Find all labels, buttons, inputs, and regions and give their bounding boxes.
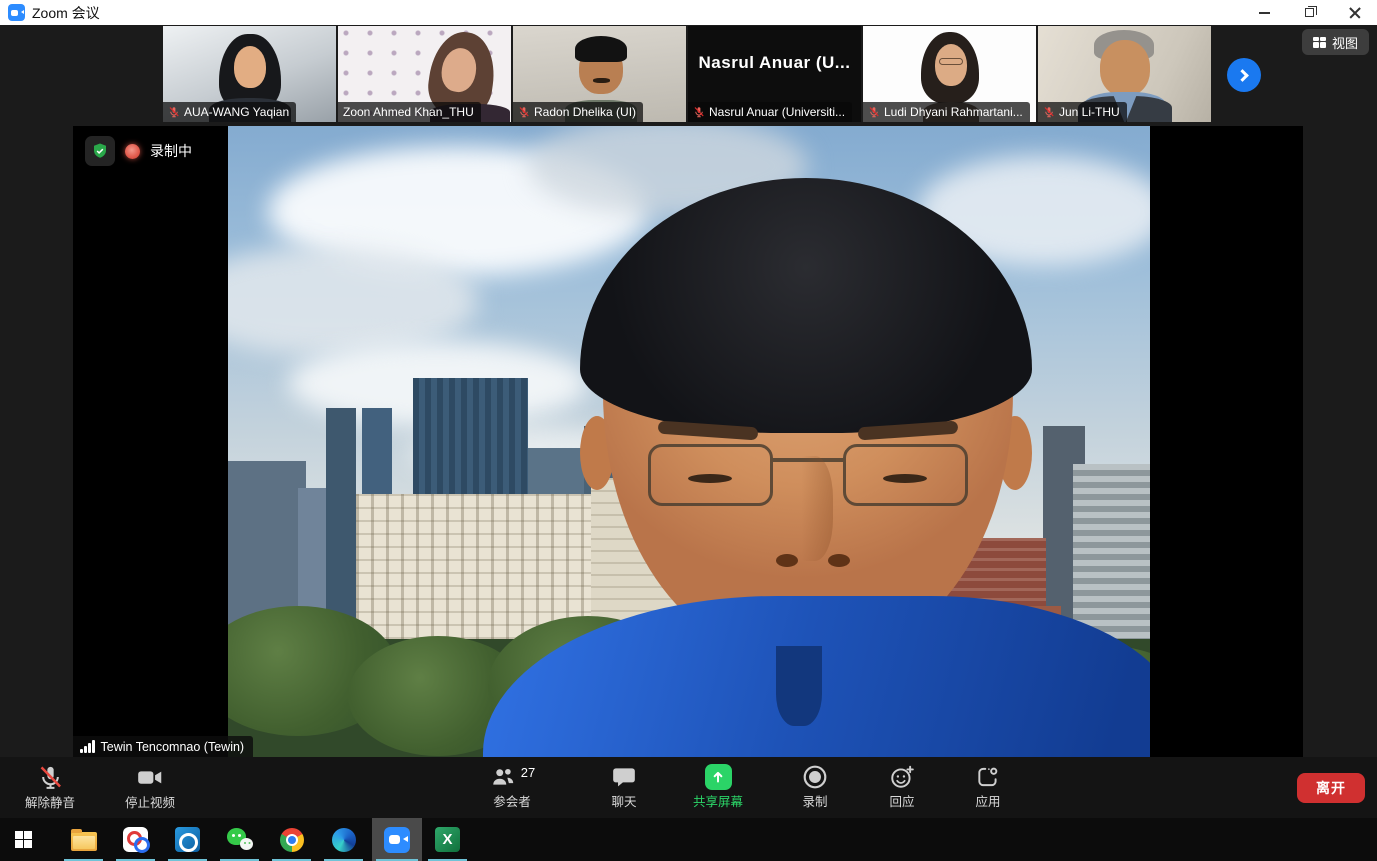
participant-thumbnail[interactable]: Ludi Dhyani Rahmartani... [863, 26, 1036, 122]
participant-thumbnail[interactable]: Zoon Ahmed Khan_THU [338, 26, 511, 122]
share-screen-button[interactable]: 共享屏幕 [670, 764, 766, 808]
chrome-icon [280, 828, 304, 852]
start-button[interactable] [0, 818, 47, 861]
taskbar-chrome[interactable] [268, 818, 315, 861]
restore-icon [1305, 8, 1314, 17]
participants-count: 27 [521, 765, 535, 780]
outlook-icon [175, 827, 200, 852]
taskbar-excel[interactable]: X [424, 818, 471, 861]
taskbar-edge[interactable] [320, 818, 367, 861]
windows-logo-icon [15, 831, 32, 848]
participants-button[interactable]: 27 参会者 [464, 764, 560, 808]
participant-name-tag: AUA-WANG Yaqian [163, 102, 296, 122]
next-page-button[interactable] [1227, 58, 1261, 92]
windows-taskbar: X 20°C 晴朗 英 拼 14:48 2022/4/7 13 [0, 818, 1377, 861]
close-icon [1349, 7, 1361, 19]
unknown-app-icon [123, 827, 148, 852]
taskbar-file-explorer[interactable] [60, 818, 107, 861]
participant-display-name: Nasrul Anuar (U... [688, 26, 861, 100]
recording-indicator: 录制中 [85, 136, 192, 166]
meeting-toolbar: 解除静音 停止视频 27 参会者 聊天 共享屏幕 [0, 757, 1377, 818]
recording-label: 录制中 [150, 141, 192, 161]
taskbar-outlook[interactable] [164, 818, 211, 861]
signal-bars-icon [80, 741, 95, 753]
participants-icon [489, 764, 517, 790]
apps-icon [975, 764, 1001, 790]
recording-dot-icon [125, 144, 140, 159]
muted-mic-icon [168, 106, 180, 118]
muted-mic-icon [37, 764, 64, 791]
muted-mic-icon [868, 106, 880, 118]
edge-icon [332, 828, 356, 852]
restore-button[interactable] [1287, 0, 1332, 25]
record-icon [802, 764, 828, 790]
folder-icon [71, 832, 97, 851]
zoom-icon [384, 827, 410, 853]
close-button[interactable] [1332, 0, 1377, 25]
active-speaker-stage: 录制中 Tewin Tencomnao (Tewin) [73, 126, 1303, 757]
participant-thumbnail[interactable]: AUA-WANG Yaqian [163, 26, 336, 122]
share-screen-icon [705, 764, 732, 790]
active-speaker-video [228, 126, 1150, 757]
participant-name-tag: Zoon Ahmed Khan_THU [338, 102, 481, 122]
active-speaker-name: Tewin Tencomnao (Tewin) [101, 740, 245, 754]
window-title-bar: Zoom 会议 [0, 0, 1377, 25]
minimize-button[interactable] [1242, 0, 1287, 25]
video-camera-icon [136, 764, 164, 791]
record-button[interactable]: 录制 [767, 764, 863, 808]
muted-mic-icon [518, 106, 530, 118]
minimize-icon [1259, 12, 1270, 14]
leave-meeting-button[interactable]: 离开 [1297, 773, 1365, 803]
participant-thumbnail[interactable]: Jun Li-THU [1038, 26, 1211, 122]
excel-icon: X [435, 827, 460, 852]
window-title: Zoom 会议 [32, 3, 100, 23]
participant-name-tag: Radon Dhelika (UI) [513, 102, 643, 122]
participant-name-tag: Nasrul Anuar (Universiti... [688, 102, 852, 122]
participant-thumbnail[interactable]: Radon Dhelika (UI) [513, 26, 686, 122]
unmute-button[interactable]: 解除静音 [2, 764, 98, 809]
reactions-button[interactable]: 回应 [854, 764, 950, 808]
taskbar-unknown-app[interactable] [112, 818, 159, 861]
chat-bubble-icon [611, 764, 637, 790]
participant-name-tag: Ludi Dhyani Rahmartani... [863, 102, 1030, 122]
smiley-plus-icon [889, 764, 915, 790]
shield-check-icon [91, 142, 109, 160]
muted-mic-icon [693, 106, 705, 118]
screen: Zoom 会议 AUA-WANG Yaqian Zoon Ahmed Khan_… [0, 0, 1377, 861]
wechat-icon [227, 827, 253, 853]
active-speaker-name-tag: Tewin Tencomnao (Tewin) [73, 736, 253, 757]
zoom-app-icon [8, 4, 25, 21]
participant-thumbnail[interactable]: Nasrul Anuar (U... Nasrul Anuar (Univers… [688, 26, 861, 122]
security-shield-button[interactable] [85, 136, 115, 166]
chevron-right-icon [1236, 69, 1249, 82]
view-button[interactable]: 视图 [1302, 29, 1369, 55]
apps-button[interactable]: 应用 [940, 764, 1036, 808]
taskbar-zoom-active[interactable] [372, 818, 422, 861]
stop-video-button[interactable]: 停止视频 [102, 764, 198, 809]
chat-button[interactable]: 聊天 [576, 764, 672, 808]
taskbar-wechat[interactable] [216, 818, 263, 861]
participant-name-tag: Jun Li-THU [1038, 102, 1127, 122]
gallery-grid-icon [1313, 37, 1326, 48]
muted-mic-icon [1043, 106, 1055, 118]
